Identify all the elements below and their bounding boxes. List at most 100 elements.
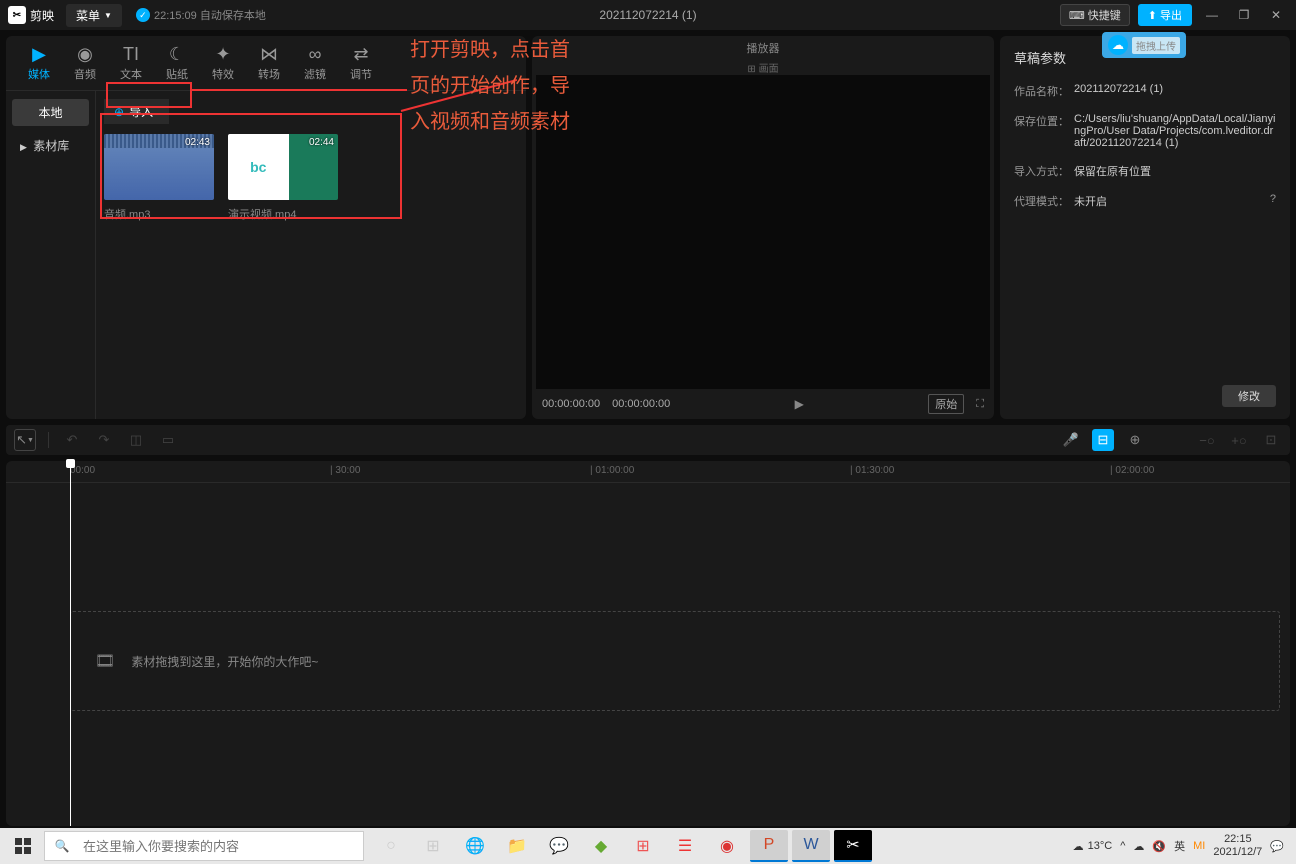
jianying-icon[interactable]: ✂ bbox=[834, 830, 872, 862]
selection-tool[interactable]: ↖▼ bbox=[14, 429, 36, 451]
weather-icon: ☁ bbox=[1073, 840, 1084, 853]
filter-icon: ∞ bbox=[309, 44, 322, 64]
ruler-mark: | 01:30:00 bbox=[850, 465, 894, 476]
edge-icon[interactable]: 🌐 bbox=[456, 830, 494, 862]
netease-icon[interactable]: ◉ bbox=[708, 830, 746, 862]
prop-path-value: C:/Users/liu'shuang/AppData/Local/Jianyi… bbox=[1074, 113, 1276, 149]
import-button[interactable]: ⊕ 导入 bbox=[104, 99, 169, 124]
app-tray-icon[interactable]: MI bbox=[1193, 840, 1205, 852]
taskbar-search[interactable]: 🔍 bbox=[44, 831, 364, 861]
tab-text[interactable]: TI 文本 bbox=[108, 36, 154, 90]
app-icon[interactable]: ☰ bbox=[666, 830, 704, 862]
onedrive-icon[interactable]: ☁ bbox=[1133, 840, 1144, 853]
linkage-button[interactable]: ⊕ bbox=[1124, 429, 1146, 451]
split-button[interactable]: ◫ bbox=[125, 429, 147, 451]
sticker-icon: ☾ bbox=[169, 44, 185, 64]
prop-path-label: 保存位置： bbox=[1014, 113, 1074, 149]
start-button[interactable] bbox=[4, 830, 42, 862]
weather-widget[interactable]: ☁ 13°C bbox=[1073, 840, 1113, 853]
sidebar-library[interactable]: ▶ 素材库 bbox=[12, 132, 89, 159]
keyboard-shortcuts-button[interactable]: ⌨ 快捷键 bbox=[1060, 4, 1130, 26]
prop-proxy-value: 未开启 bbox=[1074, 193, 1270, 209]
cortana-icon[interactable]: ○ bbox=[372, 830, 410, 862]
search-input[interactable] bbox=[79, 839, 363, 854]
app-name: 剪映 bbox=[30, 7, 54, 24]
prop-name-label: 作品名称： bbox=[1014, 83, 1074, 99]
cloud-text: 拖拽上传 bbox=[1132, 37, 1180, 54]
preview-panel: 播放器 ⊞ 画面 00:00:00:00 00:00:00:00 ▶ 原始 ⛶ bbox=[532, 36, 994, 419]
cloud-icon: ☁ bbox=[1108, 35, 1128, 55]
media-icon: ▶ bbox=[32, 44, 46, 64]
autosave-status: ✓ 22:15:09 自动保存本地 bbox=[136, 7, 266, 23]
notifications-icon[interactable]: 💬 bbox=[1270, 840, 1284, 853]
fullscreen-button[interactable]: ⛶ bbox=[976, 398, 984, 411]
mic-button[interactable]: 🎤 bbox=[1060, 429, 1082, 451]
tab-transition[interactable]: ⋈ 转场 bbox=[246, 36, 292, 90]
adjust-icon: ⇄ bbox=[353, 44, 368, 64]
timeline-panel[interactable]: 00:00 | 30:00 | 01:00:00 | 01:30:00 | 02… bbox=[6, 461, 1290, 826]
app-logo: ✂ bbox=[8, 6, 26, 24]
original-button[interactable]: 原始 bbox=[928, 394, 964, 414]
zoom-in-button[interactable]: +○ bbox=[1228, 429, 1250, 451]
preview-ratio[interactable]: ⊞ 画面 bbox=[532, 60, 994, 75]
text-icon: TI bbox=[123, 44, 139, 64]
app-icon[interactable]: ⊞ bbox=[624, 830, 662, 862]
preview-canvas[interactable] bbox=[536, 75, 990, 389]
video-thumbnail: bc 02:44 bbox=[228, 134, 338, 200]
tab-adjust[interactable]: ⇄ 调节 bbox=[338, 36, 384, 90]
play-button[interactable]: ▶ bbox=[795, 397, 804, 411]
total-time: 00:00:00:00 bbox=[612, 398, 670, 410]
redo-button[interactable]: ↷ bbox=[93, 429, 115, 451]
audio-icon: ◉ bbox=[77, 44, 93, 64]
tab-audio[interactable]: ◉ 音频 bbox=[62, 36, 108, 90]
undo-button[interactable]: ↶ bbox=[61, 429, 83, 451]
volume-icon[interactable]: 🔇 bbox=[1152, 840, 1166, 853]
timeline-dropzone[interactable]: 🎞 素材拖拽到这里，开始你的大作吧~ bbox=[70, 611, 1280, 711]
prop-name-value: 202112072214 (1) bbox=[1074, 83, 1276, 99]
menu-label: 菜单 bbox=[76, 7, 100, 24]
cloud-upload-box[interactable]: ☁ 拖拽上传 bbox=[1102, 32, 1186, 58]
tab-effects[interactable]: ✦ 特效 bbox=[200, 36, 246, 90]
windows-taskbar: 🔍 ○ ⊞ 🌐 📁 💬 ◆ ⊞ ☰ ◉ P W ✂ ☁ 13°C ^ ☁ 🔇 英… bbox=[0, 828, 1296, 864]
transition-icon: ⋈ bbox=[260, 44, 278, 64]
system-tray: ☁ 13°C ^ ☁ 🔇 英 MI 22:15 2021/12/7 💬 bbox=[1073, 833, 1292, 859]
prop-import-label: 导入方式： bbox=[1014, 163, 1074, 179]
taskview-icon[interactable]: ⊞ bbox=[414, 830, 452, 862]
project-title: 202112072214 (1) bbox=[599, 8, 696, 22]
zoom-out-button[interactable]: −○ bbox=[1196, 429, 1218, 451]
chevron-right-icon: ▶ bbox=[20, 142, 27, 152]
magnet-button[interactable]: ⊟ bbox=[1092, 429, 1114, 451]
tab-sticker[interactable]: ☾ 贴纸 bbox=[154, 36, 200, 90]
close-button[interactable]: ✕ bbox=[1264, 3, 1288, 27]
titlebar: ✂ 剪映 菜单 ▼ ✓ 22:15:09 自动保存本地 202112072214… bbox=[0, 0, 1296, 30]
tab-filter[interactable]: ∞ 滤镜 bbox=[292, 36, 338, 90]
playhead[interactable] bbox=[70, 461, 71, 826]
duration-label: 02:44 bbox=[309, 137, 334, 148]
minimize-button[interactable]: — bbox=[1200, 3, 1224, 27]
prop-proxy-label: 代理模式： bbox=[1014, 193, 1074, 209]
explorer-icon[interactable]: 📁 bbox=[498, 830, 536, 862]
annotation-line bbox=[192, 89, 407, 91]
word-icon[interactable]: W bbox=[792, 830, 830, 862]
help-icon[interactable]: ? bbox=[1270, 193, 1276, 209]
media-thumbnail-audio[interactable]: 02:43 音频.mp3 bbox=[104, 134, 214, 222]
export-button[interactable]: ⬆ 导出 bbox=[1138, 4, 1192, 26]
powerpoint-icon[interactable]: P bbox=[750, 830, 788, 862]
media-thumbnail-video[interactable]: bc 02:44 演示视频.mp4 bbox=[228, 134, 338, 222]
export-icon: ⬆ bbox=[1148, 9, 1157, 22]
delete-button[interactable]: ▭ bbox=[157, 429, 179, 451]
app-icon[interactable]: ◆ bbox=[582, 830, 620, 862]
prop-import-value: 保留在原有位置 bbox=[1074, 163, 1276, 179]
timeline-ruler[interactable]: 00:00 | 30:00 | 01:00:00 | 01:30:00 | 02… bbox=[6, 461, 1290, 483]
wechat-icon[interactable]: 💬 bbox=[540, 830, 578, 862]
zoom-fit-button[interactable]: ⊡ bbox=[1260, 429, 1282, 451]
menu-button[interactable]: 菜单 ▼ bbox=[66, 4, 122, 27]
clock[interactable]: 22:15 2021/12/7 bbox=[1213, 833, 1262, 859]
ime-icon[interactable]: 英 bbox=[1174, 838, 1185, 854]
keyboard-icon: ⌨ bbox=[1069, 9, 1085, 22]
tray-chevron-icon[interactable]: ^ bbox=[1120, 840, 1125, 852]
sidebar-local[interactable]: 本地 bbox=[12, 99, 89, 126]
modify-button[interactable]: 修改 bbox=[1222, 385, 1276, 407]
tab-media[interactable]: ▶ 媒体 bbox=[16, 36, 62, 90]
maximize-button[interactable]: ❐ bbox=[1232, 3, 1256, 27]
